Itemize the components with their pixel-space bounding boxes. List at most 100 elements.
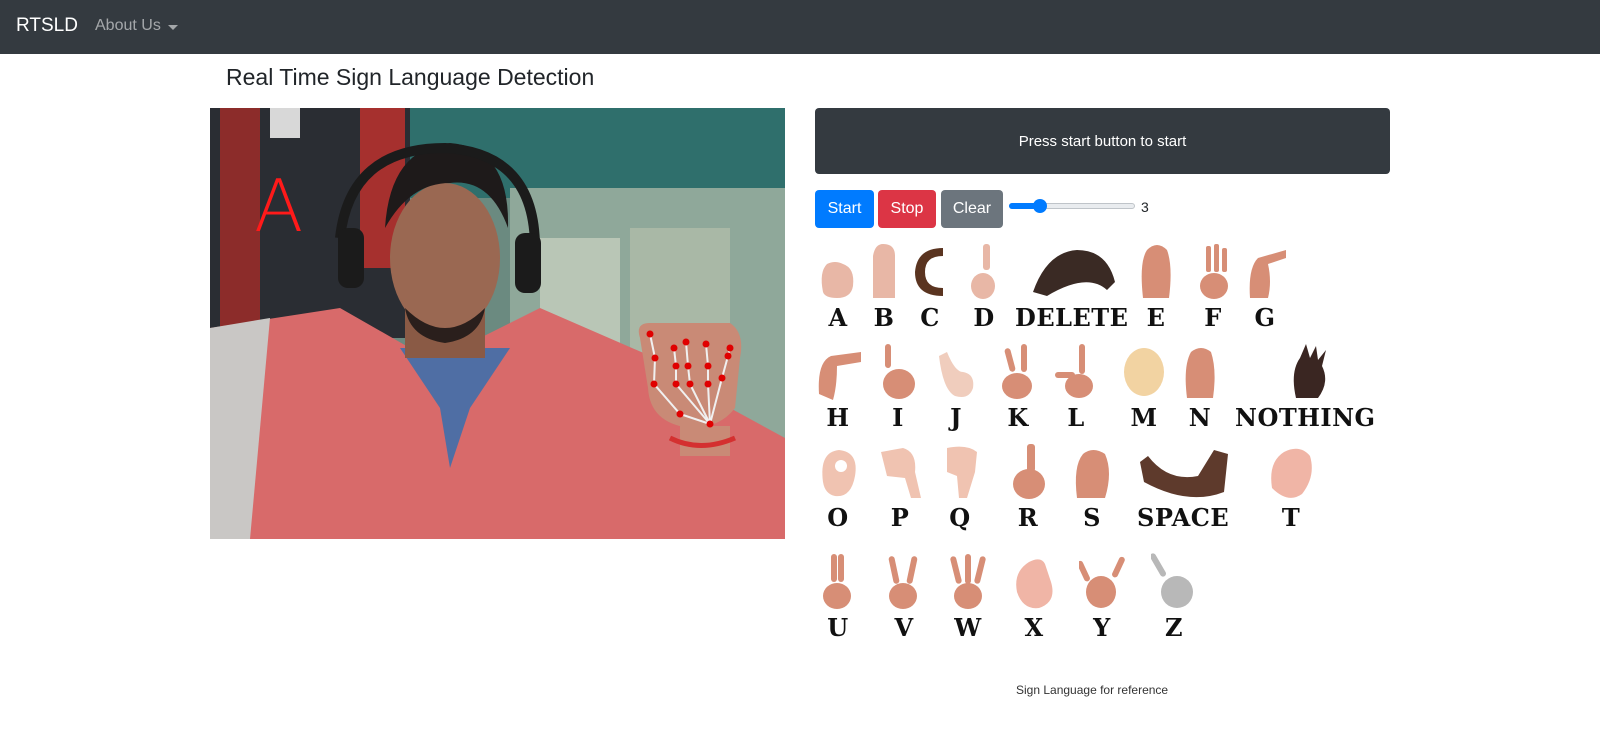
sign-reference-chart: A B C D DELETE E F G H I J K L M N NOTHI… <box>815 242 1390 674</box>
output-panel: Press start button to start <box>815 108 1390 174</box>
sign-g: G <box>1242 242 1288 330</box>
sign-space: SPACE <box>1137 442 1229 530</box>
sign-j: J <box>933 342 979 430</box>
hand-sign-icon <box>947 446 977 498</box>
sign-t: T <box>1268 442 1314 530</box>
hand-sign-icon <box>1185 348 1215 398</box>
sign-label: Q <box>949 503 971 532</box>
sign-label: T <box>1281 503 1301 532</box>
sign-label: G <box>1254 303 1276 332</box>
sign-label: M <box>1130 403 1158 432</box>
brand-link[interactable]: RTSLD <box>16 15 78 37</box>
hand-sign-icon <box>939 352 974 397</box>
hand-sign-icon <box>818 352 861 400</box>
sign-x: X <box>1011 552 1057 640</box>
sign-label: DELETE <box>1015 303 1129 332</box>
sign-label: P <box>890 503 910 532</box>
sign-k: K <box>995 342 1041 430</box>
chevron-down-icon <box>167 24 178 30</box>
sign-l: L <box>1053 342 1099 430</box>
sign-y: Y <box>1079 552 1125 640</box>
sign-f: F <box>1190 242 1236 330</box>
sign-nothing: NOTHING <box>1235 342 1376 430</box>
hand-sign-icon <box>1016 559 1053 609</box>
sign-a: A <box>815 242 861 330</box>
hand-sign-icon <box>1294 344 1327 398</box>
sign-d: D <box>961 242 1007 330</box>
sign-w: W <box>945 552 991 640</box>
webcam-feed: A <box>210 108 785 539</box>
clear-button[interactable]: Clear <box>941 190 1003 228</box>
hand-sign-icon <box>1032 250 1115 296</box>
sign-label: X <box>1024 613 1044 642</box>
hand-sign-icon <box>881 448 921 498</box>
sign-z: Z <box>1151 552 1197 640</box>
sign-u: U <box>815 552 861 640</box>
hand-sign-icon <box>971 244 995 299</box>
reference-caption: Sign Language for reference <box>1016 683 1169 697</box>
hand-sign-icon <box>1140 450 1229 498</box>
sign-label: R <box>1017 503 1039 532</box>
hand-sign-icon <box>821 262 854 298</box>
page-title: Real Time Sign Language Detection <box>226 64 595 90</box>
hand-sign-icon <box>1055 344 1093 398</box>
sign-o: O <box>815 442 861 530</box>
output-message: Press start button to start <box>1018 132 1187 150</box>
hand-sign-icon <box>1200 244 1228 299</box>
navbar: RTSLD About Us <box>0 0 1600 54</box>
about-us-label: About Us <box>95 17 161 34</box>
sign-label: SPACE <box>1137 503 1230 532</box>
sign-label: E <box>1146 303 1166 332</box>
sign-p: P <box>877 442 923 530</box>
sign-label: B <box>873 303 895 332</box>
sign-label: F <box>1204 303 1222 332</box>
sign-label: K <box>1007 403 1029 432</box>
slider-thumb[interactable] <box>1033 199 1047 213</box>
sign-s: S <box>1069 442 1115 530</box>
sign-label: C <box>920 303 940 332</box>
stop-button[interactable]: Stop <box>878 190 936 228</box>
hand-sign-icon <box>873 244 895 298</box>
hand-sign-icon <box>1151 553 1193 608</box>
hand-sign-icon <box>1002 344 1032 399</box>
about-us-dropdown[interactable]: About Us <box>95 17 178 35</box>
sign-e: E <box>1133 242 1179 330</box>
sign-v: V <box>881 552 927 640</box>
hand-sign-icon <box>1013 444 1045 499</box>
hand-sign-icon <box>1141 245 1171 298</box>
start-button[interactable]: Start <box>815 190 874 228</box>
sign-label: I <box>892 403 904 432</box>
slider-value: 3 <box>1141 199 1149 215</box>
sign-label: Z <box>1164 613 1184 642</box>
sign-q: Q <box>937 442 983 530</box>
hand-sign-icon <box>1075 450 1109 498</box>
speed-slider[interactable] <box>1007 199 1137 213</box>
sign-label: L <box>1067 403 1085 432</box>
sign-h: H <box>815 342 861 430</box>
hand-sign-icon <box>823 554 851 609</box>
sign-label: V <box>894 613 914 642</box>
sign-label: N <box>1188 403 1212 432</box>
sign-label: S <box>1083 503 1101 532</box>
sign-n: N <box>1177 342 1223 430</box>
sign-m: M <box>1121 342 1167 430</box>
sign-i: I <box>875 342 921 430</box>
sign-label: NOTHING <box>1235 403 1376 432</box>
hand-sign-icon <box>1271 448 1312 498</box>
detected-letter-overlay: A <box>254 164 304 248</box>
hand-sign-icon <box>1079 556 1125 608</box>
sign-label: Y <box>1093 613 1111 642</box>
sign-label: A <box>828 303 848 332</box>
hand-sign-icon <box>1249 250 1286 298</box>
sign-label: W <box>954 613 982 642</box>
sign-c: C <box>907 242 953 330</box>
sign-label: H <box>826 403 850 432</box>
sign-b: B <box>861 242 907 330</box>
hand-sign-icon <box>883 344 915 399</box>
sign-label: D <box>973 303 995 332</box>
hand-sign-icon <box>822 450 856 497</box>
hand-sign-icon <box>950 554 986 609</box>
sign-delete: DELETE <box>1015 242 1128 330</box>
sign-label: U <box>827 613 849 642</box>
hand-sign-icon <box>888 556 918 609</box>
